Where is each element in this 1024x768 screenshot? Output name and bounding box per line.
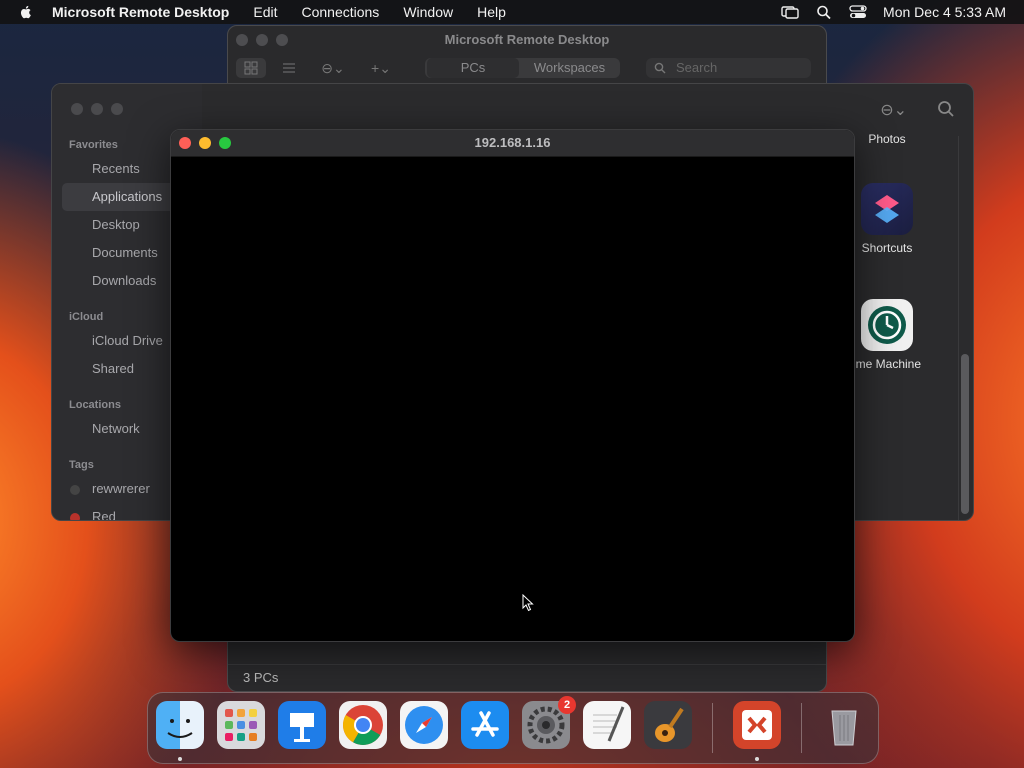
menu-window[interactable]: Window — [403, 4, 453, 20]
ellipsis-circle-icon: ⊖⌄ — [321, 60, 345, 76]
rd-search-field[interactable]: Search — [646, 58, 811, 78]
grid-view-button[interactable] — [236, 58, 266, 78]
app-photos[interactable]: Photos — [842, 132, 932, 146]
tab-workspaces[interactable]: Workspaces — [521, 58, 618, 78]
launchpad-icon[interactable] — [217, 701, 265, 749]
sidebar-tag-rewwrerer[interactable]: rewwrerer — [92, 481, 150, 496]
remote-desktop-dock-icon[interactable] — [733, 701, 781, 749]
list-view-icon — [283, 63, 295, 73]
mouse-pointer-icon — [522, 594, 534, 612]
finder-window-controls — [71, 103, 123, 115]
menu-connections[interactable]: Connections — [301, 4, 379, 20]
sidebar-item-network[interactable]: Network — [92, 421, 140, 436]
app-label-photos: Photos — [868, 132, 906, 146]
safari-icon[interactable] — [400, 701, 448, 749]
app-time-machine[interactable]: ime Machine — [842, 299, 932, 371]
finder-minimize-button[interactable] — [91, 103, 103, 115]
session-title-bar: 192.168.1.16 — [171, 130, 854, 157]
session-window-controls — [179, 137, 231, 149]
tag-color-dot — [70, 485, 80, 495]
pc-count: 3 PCs — [243, 670, 279, 685]
dock-separator — [712, 703, 713, 753]
rd-window-title: Microsoft Remote Desktop — [444, 32, 610, 47]
tab-pcs[interactable]: PCs — [427, 58, 519, 78]
rd-close-button[interactable] — [236, 34, 248, 46]
search-placeholder: Search — [676, 60, 718, 75]
sidebar-item-shared[interactable]: Shared — [92, 361, 134, 376]
shortcuts-icon — [861, 183, 913, 235]
control-center-icon[interactable] — [849, 4, 867, 20]
sidebar-section-favorites: Favorites — [69, 139, 118, 151]
finder-toolbar: ⊖⌄ — [880, 100, 955, 120]
sidebar-section-locations: Locations — [69, 399, 121, 411]
sidebar-item-icloud-drive[interactable]: iCloud Drive — [92, 333, 163, 348]
session-minimize-button[interactable] — [199, 137, 211, 149]
pcs-workspaces-segmented-control: PCs Workspaces — [425, 58, 620, 78]
app-label-shortcuts: Shortcuts — [861, 241, 913, 255]
rd-minimize-button[interactable] — [256, 34, 268, 46]
menu-datetime[interactable]: Mon Dec 4 5:33 AM — [883, 4, 1006, 20]
keynote-icon[interactable] — [278, 701, 326, 749]
finder-running-indicator — [178, 757, 182, 761]
grid-view-icon — [244, 61, 258, 75]
tag-color-dot-red — [70, 513, 80, 520]
garageband-icon[interactable] — [644, 701, 692, 749]
apple-icon[interactable] — [18, 4, 34, 20]
menu-bar: Microsoft Remote Desktop Edit Connection… — [0, 0, 1024, 24]
menu-app-name[interactable]: Microsoft Remote Desktop — [52, 4, 229, 20]
app-label-time-machine: ime Machine — [852, 357, 922, 371]
app-store-icon[interactable] — [461, 701, 509, 749]
textedit-icon[interactable] — [583, 701, 631, 749]
action-menu-icon[interactable]: ⊖⌄ — [880, 100, 907, 120]
sidebar-item-documents[interactable]: Documents — [92, 245, 158, 260]
sidebar-tag-red[interactable]: Red — [92, 509, 116, 520]
rd-zoom-button[interactable] — [276, 34, 288, 46]
session-title: 192.168.1.16 — [474, 135, 551, 150]
sidebar-section-tags: Tags — [69, 459, 94, 471]
rd-status-footer: 3 PCs — [228, 664, 826, 691]
finder-scrollbar[interactable] — [961, 354, 969, 514]
finder-zoom-button[interactable] — [111, 103, 123, 115]
finder-search-icon[interactable] — [937, 100, 955, 118]
add-button[interactable]: +⌄ — [364, 58, 398, 78]
more-options-button[interactable]: ⊖⌄ — [316, 58, 350, 78]
finder-dock-icon[interactable] — [156, 701, 204, 749]
trash-icon[interactable] — [820, 701, 868, 749]
sidebar-item-downloads[interactable]: Downloads — [92, 273, 156, 288]
dock-separator — [801, 703, 802, 753]
finder-close-button[interactable] — [71, 103, 83, 115]
session-close-button[interactable] — [179, 137, 191, 149]
rd-window-controls — [236, 34, 288, 46]
sidebar-section-icloud: iCloud — [69, 311, 104, 323]
system-settings-icon[interactable]: 2 — [522, 696, 576, 749]
list-view-button[interactable] — [276, 58, 302, 78]
sidebar-item-desktop[interactable]: Desktop — [92, 217, 140, 232]
chrome-icon[interactable] — [339, 701, 387, 749]
screen-mirroring-icon[interactable] — [781, 4, 799, 20]
dock: 2 — [147, 692, 879, 764]
app-shortcuts[interactable]: Shortcuts — [842, 183, 932, 255]
session-zoom-button[interactable] — [219, 137, 231, 149]
sidebar-item-recents[interactable]: Recents — [92, 161, 140, 176]
settings-notification-badge: 2 — [558, 696, 576, 714]
plus-icon: +⌄ — [371, 60, 391, 76]
time-machine-icon — [861, 299, 913, 351]
remote-desktop-running-indicator — [755, 757, 759, 761]
search-icon — [654, 62, 666, 74]
menu-help[interactable]: Help — [477, 4, 506, 20]
menu-edit[interactable]: Edit — [253, 4, 277, 20]
spotlight-search-icon[interactable] — [815, 4, 833, 20]
remote-session-window[interactable]: 192.168.1.16 — [170, 129, 855, 642]
